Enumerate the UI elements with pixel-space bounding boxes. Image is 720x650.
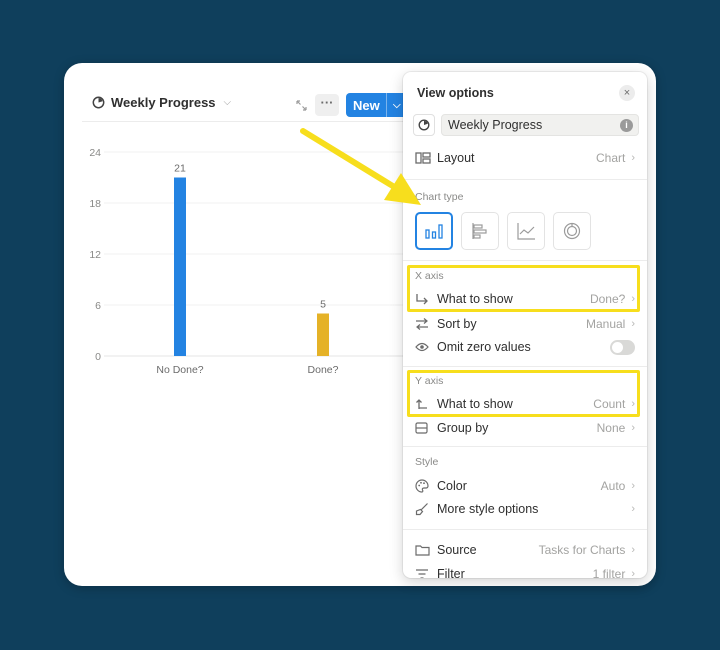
annotation-arrow-shaft (300, 128, 399, 191)
annotation-arrow (300, 128, 421, 205)
annotation-arrow-head (384, 173, 421, 205)
